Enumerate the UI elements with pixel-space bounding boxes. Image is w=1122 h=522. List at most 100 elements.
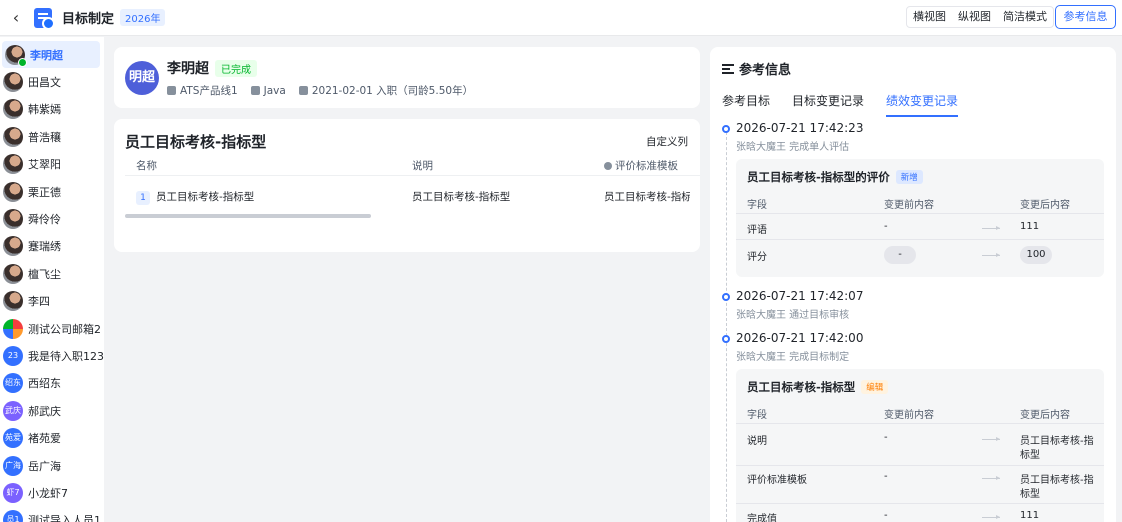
row-description: 员工目标考核-指标型 [412, 191, 511, 203]
column-before: 变更前内容 [884, 410, 934, 421]
arrow-right-icon [982, 476, 1000, 480]
profile-card: 明超 李明超 已完成 ATS产品线1 Java 2021-02-01 入职（司龄… [114, 47, 700, 108]
sidebar-employee-item[interactable]: 苑爱 褚苑爱 [0, 424, 104, 451]
employee-sidebar: 李明超田昌文韩紫嫣普浩穰艾翠阳 栗正德舜伶伶蹇瑞绣檀飞尘李四 测试公司邮箱2 23 我是… [0, 37, 104, 522]
sidebar-employee-item[interactable]: 韩紫嫣 [0, 96, 104, 123]
employee-avatar-icon [3, 291, 23, 312]
sidebar-employee-item[interactable]: 蹇瑞绣 [0, 233, 104, 260]
tab-performance-change-log[interactable]: 绩效变更记录 [886, 92, 959, 117]
org-tree-icon [167, 86, 176, 95]
column-after: 变更后内容 [1020, 410, 1070, 421]
employee-name-label: 蹇瑞绣 [28, 240, 61, 254]
column-after: 变更后内容 [1020, 200, 1070, 211]
after-cell-line1: 员工目标考核-指 [1020, 475, 1094, 486]
before-pill: - [884, 246, 916, 264]
employee-name-label: 田昌文 [28, 76, 61, 90]
reference-info-button[interactable]: 参考信息 [1055, 5, 1116, 29]
back-arrow-icon[interactable]: ‹ [4, 8, 28, 27]
arrow-right-icon [982, 226, 1000, 230]
employee-name-label: 普浩穰 [28, 130, 61, 144]
employee-name-label: 韩紫嫣 [28, 103, 61, 117]
view-switch: 横视图 纵视图 简洁模式 [906, 6, 1054, 28]
page-title: 目标制定 [62, 12, 115, 27]
sidebar-employee-item[interactable]: 广海 岳广海 [0, 452, 104, 479]
calendar-icon [298, 86, 308, 95]
after-pill: 100 [1020, 246, 1052, 264]
employee-name-label: 李明超 [30, 48, 63, 62]
sidebar-employee-item[interactable]: 舜伶伶 [0, 205, 104, 232]
goal-document-icon [34, 7, 55, 30]
employee-name-label: 郝武庆 [28, 404, 61, 418]
employee-name-label: 舜伶伶 [28, 213, 61, 227]
view-horizontal-button[interactable]: 横视图 [907, 7, 952, 27]
column-field: 字段 [747, 200, 767, 211]
sidebar-employee-item[interactable]: 栗正德 [0, 178, 104, 205]
employee-name-label: 小龙虾7 [28, 486, 68, 500]
change-detail-card: 员工目标考核-指标型 编辑 字段 变更前内容 变更后内容 说明 - 员工目标考核-… [736, 369, 1104, 522]
row-index: 1 [136, 191, 150, 205]
field-cell: 评语 [747, 225, 767, 236]
employee-avatar-icon: 广海 [3, 455, 23, 476]
row-name: 员工目标考核-指标型 [156, 191, 255, 203]
employee-avatar: 明超 [125, 61, 159, 95]
employee-avatar-icon [5, 44, 27, 67]
custom-columns-button[interactable]: 自定义列 [646, 134, 688, 149]
arrow-right-icon [982, 515, 1000, 519]
check-badge-icon [18, 57, 27, 67]
event-description: 张晗大魔王 完成单人评估 [736, 142, 850, 153]
change-detail-card: 员工目标考核-指标型的评价 新增 字段 变更前内容 变更后内容 评语 - 111 … [736, 159, 1104, 277]
after-cell: 111 [1020, 510, 1040, 521]
table-header-divider [125, 175, 700, 176]
sidebar-employee-item[interactable]: 艾翠阳 [0, 151, 104, 178]
sidebar-employee-item[interactable]: 李明超 [2, 41, 100, 69]
employee-avatar-icon: 23 [3, 345, 23, 366]
after-cell-line2: 标型 [1020, 489, 1040, 500]
status-badge: 已完成 [215, 60, 257, 77]
field-cell: 完成值 [747, 514, 777, 522]
employee-avatar-icon: 苑爱 [3, 428, 23, 449]
event-time: 2026-07-21 17:42:23 [736, 121, 864, 135]
column-header-template: 评价标准模板 [604, 158, 678, 173]
table-row[interactable]: 1 员工目标考核-指标型 [136, 189, 254, 205]
year-tag: 2026年 [120, 9, 166, 26]
employee-name-label: 檀飞尘 [28, 267, 61, 281]
employee-avatar-icon [3, 99, 23, 120]
role-text: Java [263, 84, 286, 97]
sidebar-employee-item[interactable]: 员1 测试导入人员1 [0, 507, 104, 522]
timeline-dot-icon [722, 293, 730, 301]
info-icon [604, 162, 612, 170]
arrow-right-icon [982, 437, 1000, 441]
sidebar-employee-item[interactable]: 武庆 郝武庆 [0, 397, 104, 424]
employee-name-label: 岳广海 [28, 459, 61, 473]
view-vertical-button[interactable]: 纵视图 [952, 7, 997, 27]
before-cell: - [884, 510, 888, 521]
horizontal-scrollbar[interactable] [125, 214, 371, 218]
sidebar-employee-item[interactable]: 李四 [0, 288, 104, 315]
sidebar-employee-item[interactable]: 田昌文 [0, 68, 104, 95]
sidebar-employee-item[interactable]: 普浩穰 [0, 123, 104, 150]
divider [736, 503, 1104, 504]
hire-date-text: 2021-02-01 入职（司龄5.50年） [311, 85, 474, 97]
tab-reference-goals[interactable]: 参考目标 [722, 92, 770, 117]
sidebar-employee-item[interactable]: 檀飞尘 [0, 260, 104, 287]
row-template: 员工目标考核-指标型 [604, 191, 690, 203]
employee-name-label: 测试导入人员1 [28, 514, 101, 522]
divider [736, 423, 1104, 424]
sidebar-employee-item[interactable]: 绍东 西绍东 [0, 370, 104, 397]
view-simple-button[interactable]: 简洁模式 [997, 7, 1053, 27]
arrow-right-icon [982, 253, 1000, 257]
briefcase-icon [250, 86, 260, 95]
employee-name-label: 我是待入职123 [28, 349, 104, 363]
tab-goal-change-log[interactable]: 目标变更记录 [792, 92, 864, 117]
event-description: 张晗大魔王 通过目标审核 [736, 310, 850, 321]
sidebar-employee-item[interactable]: 23 我是待入职123 [0, 342, 104, 369]
reference-panel-title: 参考信息 [739, 63, 792, 78]
badge-new: 新增 [895, 170, 923, 184]
collapse-menu-icon[interactable] [722, 63, 734, 74]
employee-avatar-icon: 员1 [3, 510, 23, 522]
sidebar-employee-item[interactable]: 测试公司邮箱2 [0, 315, 104, 342]
field-cell: 说明 [747, 436, 767, 447]
reference-tabs: 参考目标 目标变更记录 绩效变更记录 [722, 92, 980, 117]
employee-name-label: 褚苑爱 [28, 432, 61, 446]
sidebar-employee-item[interactable]: 虾7 小龙虾7 [0, 479, 104, 506]
